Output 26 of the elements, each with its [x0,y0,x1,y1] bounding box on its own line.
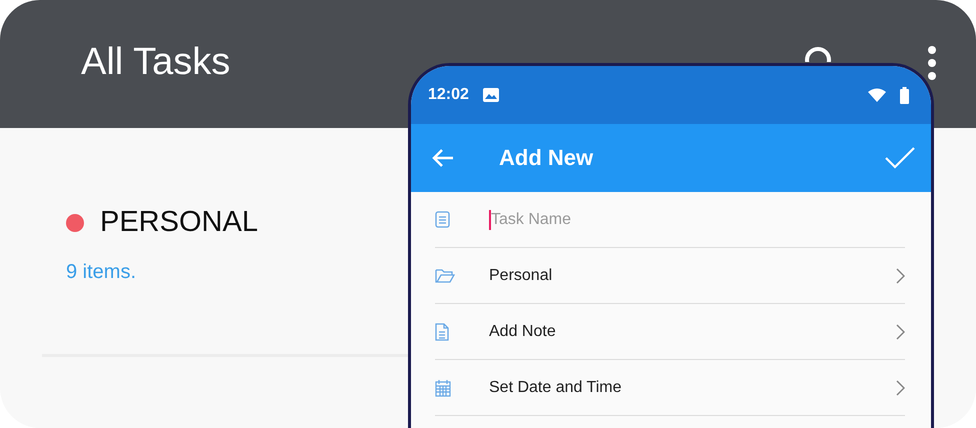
folder-icon [435,268,455,284]
status-time: 12:02 [428,86,469,104]
form-row[interactable]: Add Note [435,304,905,360]
list-icon [435,211,450,228]
more-options-icon[interactable] [928,46,936,80]
battery-icon [900,86,909,104]
toolbar-title: Add New [499,145,594,171]
back-arrow-icon[interactable] [431,148,455,168]
task-name-field[interactable]: Task Name [491,210,905,228]
category-name[interactable]: PERSONAL [100,206,258,239]
chevron-right-icon [896,380,905,396]
item-count: 9 items. [66,261,136,284]
checkmark-icon[interactable] [885,147,915,169]
row-label: Personal [489,266,554,284]
chevron-right-icon [896,268,905,284]
row-label: Add Note [489,322,557,340]
wifi-icon [868,88,886,102]
form-row[interactable]: Set Date and Time [435,360,905,416]
row-label: Set Date and Time [489,378,623,396]
calendar-icon [435,378,451,396]
text-cursor [489,210,491,230]
screen-title: All Tasks [81,40,232,84]
document-icon [435,322,449,340]
image-icon [482,88,499,102]
chevron-right-icon [896,324,905,340]
form-row[interactable]: Personal [435,248,905,304]
